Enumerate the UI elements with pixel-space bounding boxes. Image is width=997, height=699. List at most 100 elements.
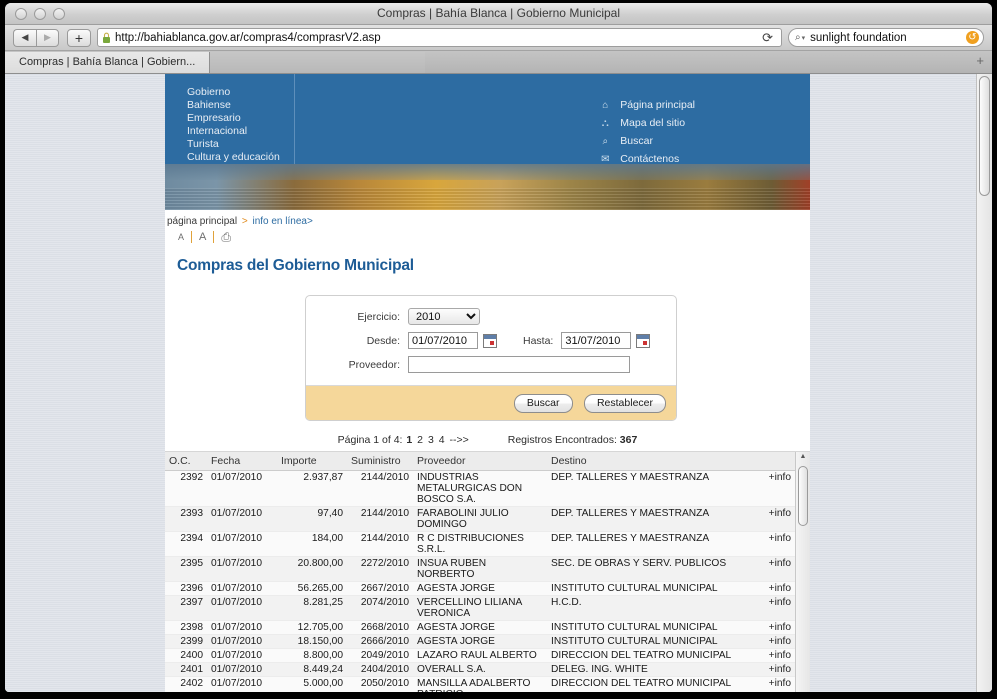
table-row[interactable]: 2399 01/07/2010 18.150,00 2666/2010 AGESTA J…: [165, 634, 795, 649]
col-header-proveedor: Proveedor: [413, 452, 547, 471]
page-title: Compras del Gobierno Municipal: [177, 257, 414, 274]
text-size-large-button[interactable]: A: [192, 231, 213, 243]
cell-suministro: 2074/2010: [347, 595, 413, 621]
desde-input[interactable]: [408, 332, 478, 349]
cell-importe: 18.150,00: [277, 634, 347, 649]
table-row[interactable]: 2392 01/07/2010 2.937,87 2144/2010 INDUSTRIA…: [165, 470, 795, 507]
sitemap-icon: ⛬: [601, 118, 609, 129]
proveedor-input[interactable]: [408, 356, 630, 373]
cell-destino: H.C.D.: [547, 595, 747, 621]
pagination-page-3[interactable]: 3: [427, 434, 435, 446]
nav-item-empresario[interactable]: Empresario: [187, 112, 294, 125]
info-link[interactable]: +info: [747, 676, 795, 692]
info-link[interactable]: +info: [747, 470, 795, 507]
col-header-fecha: Fecha: [207, 452, 277, 471]
pagination-next[interactable]: -->>: [448, 434, 469, 446]
nav-item-bahiense[interactable]: Bahiense: [187, 99, 294, 112]
results-table-head: O.C. Fecha Importe Suministro Proveedor …: [165, 452, 795, 471]
cell-importe: 20.800,00: [277, 556, 347, 582]
table-row[interactable]: 2398 01/07/2010 12.705,00 2668/2010 AGESTA J…: [165, 620, 795, 635]
restablecer-button[interactable]: Restablecer: [583, 394, 666, 413]
nav-label: Mapa del sitio: [620, 117, 686, 129]
table-row[interactable]: 2393 01/07/2010 97,40 2144/2010 FARABOLINI J…: [165, 506, 795, 532]
nav-item-internacional[interactable]: Internacional: [187, 125, 294, 138]
nav-item-turista[interactable]: Turista: [187, 138, 294, 151]
info-link[interactable]: +info: [747, 648, 795, 663]
back-button[interactable]: ◀: [13, 28, 36, 47]
nav-item-cultura-y-educacion[interactable]: Cultura y educación: [187, 151, 294, 164]
pagination-prefix: Página 1 of 4:: [337, 434, 403, 446]
search-form-footer: Buscar Restablecer: [306, 385, 676, 420]
cell-destino: DEP. TALLERES Y MAESTRANZA: [547, 506, 747, 532]
browser-toolbar: ◀ ▶ + http://bahiablanca.gov.ar/compras4…: [5, 25, 992, 51]
tab-compras[interactable]: Compras | Bahía Blanca | Gobiern...: [5, 52, 211, 73]
desde-label: Desde:: [366, 334, 400, 347]
table-scroll-up-arrow[interactable]: ▲: [796, 453, 810, 460]
table-row[interactable]: 2400 01/07/2010 8.800,00 2049/2010 LAZARO RA…: [165, 648, 795, 663]
cell-fecha: 01/07/2010: [207, 676, 277, 692]
table-row[interactable]: 2397 01/07/2010 8.281,25 2074/2010 VERCELLIN…: [165, 595, 795, 621]
tab-empty-area: [210, 52, 426, 73]
cell-oc: 2398: [165, 620, 207, 635]
cell-oc: 2399: [165, 634, 207, 649]
text-size-small-button[interactable]: A: [171, 232, 191, 242]
cell-fecha: 01/07/2010: [207, 648, 277, 663]
info-link[interactable]: +info: [747, 506, 795, 532]
calendar-icon-desde[interactable]: [483, 333, 497, 348]
table-row[interactable]: 2402 01/07/2010 5.000,00 2050/2010 MANSILLA …: [165, 676, 795, 692]
info-link[interactable]: +info: [747, 556, 795, 582]
table-row[interactable]: 2394 01/07/2010 184,00 2144/2010 R C DISTRIB…: [165, 531, 795, 557]
cell-fecha: 01/07/2010: [207, 620, 277, 635]
clear-search-icon[interactable]: ↺: [966, 31, 979, 44]
lock-icon: [103, 32, 110, 43]
buscar-button[interactable]: Buscar: [513, 394, 573, 413]
breadcrumb-current[interactable]: info en línea>: [252, 216, 312, 227]
browser-search-field[interactable]: ⌕ ▾ sunlight foundation ↺: [788, 28, 984, 47]
cell-fecha: 01/07/2010: [207, 662, 277, 677]
web-page: Gobierno Bahiense Empresario Internacion…: [165, 74, 810, 692]
table-row[interactable]: 2396 01/07/2010 56.265,00 2667/2010 AGESTA J…: [165, 581, 795, 596]
cell-proveedor: R C DISTRIBUCIONES S.R.L.: [413, 531, 547, 557]
breadcrumb-home[interactable]: página principal: [167, 216, 237, 227]
cell-fecha: 01/07/2010: [207, 470, 277, 507]
address-bar[interactable]: http://bahiablanca.gov.ar/compras4/compr…: [97, 28, 782, 47]
info-link[interactable]: +info: [747, 662, 795, 677]
nav-item-gobierno[interactable]: Gobierno: [187, 86, 294, 99]
nav-item-buscar[interactable]: ⌕ Buscar: [598, 133, 695, 150]
pagination-page-1[interactable]: 1: [405, 434, 413, 446]
table-row[interactable]: 2401 01/07/2010 8.449,24 2404/2010 OVERALL S…: [165, 662, 795, 677]
forward-button[interactable]: ▶: [36, 28, 59, 47]
info-link[interactable]: +info: [747, 531, 795, 557]
table-scrollbar[interactable]: ▲: [795, 452, 810, 692]
col-header-oc: O.C.: [165, 452, 207, 471]
table-scrollbar-thumb[interactable]: [798, 466, 808, 526]
info-link[interactable]: +info: [747, 634, 795, 649]
cell-suministro: 2668/2010: [347, 620, 413, 635]
print-icon[interactable]: ⎙: [214, 230, 231, 245]
cell-importe: 8.800,00: [277, 648, 347, 663]
page-scrollbar-thumb[interactable]: [979, 76, 990, 196]
window-title: Compras | Bahía Blanca | Gobierno Munici…: [376, 6, 621, 20]
chevron-down-icon[interactable]: ▾: [802, 34, 806, 42]
hasta-input[interactable]: [561, 332, 632, 349]
pagination-page-4[interactable]: 4: [438, 434, 446, 446]
calendar-icon-hasta[interactable]: [636, 333, 651, 348]
table-row[interactable]: 2395 01/07/2010 20.800,00 2272/2010 INSUA RU…: [165, 556, 795, 582]
text-size-controls: A A ⎙: [165, 227, 810, 245]
info-link[interactable]: +info: [747, 581, 795, 596]
page-scrollbar[interactable]: [976, 74, 992, 692]
tab-bar: Compras | Bahía Blanca | Gobiern... +: [5, 51, 992, 74]
new-tab-button[interactable]: +: [976, 54, 984, 67]
cell-destino: SEC. DE OBRAS Y SERV. PUBLICOS: [547, 556, 747, 582]
info-link[interactable]: +info: [747, 595, 795, 621]
info-link[interactable]: +info: [747, 620, 795, 635]
nav-item-pagina-principal[interactable]: ⌂ Página principal: [598, 97, 695, 114]
reload-icon[interactable]: ⟳: [758, 30, 777, 46]
cell-proveedor: INDUSTRIAS METALURGICAS DON BOSCO S.A.: [413, 470, 547, 507]
ejercicio-select[interactable]: 2010: [408, 308, 480, 325]
add-bookmark-button[interactable]: +: [67, 28, 91, 47]
pagination-page-2[interactable]: 2: [416, 434, 424, 446]
nav-item-mapa-del-sitio[interactable]: ⛬ Mapa del sitio: [598, 115, 695, 132]
col-header-info: [747, 452, 795, 471]
cell-fecha: 01/07/2010: [207, 556, 277, 582]
